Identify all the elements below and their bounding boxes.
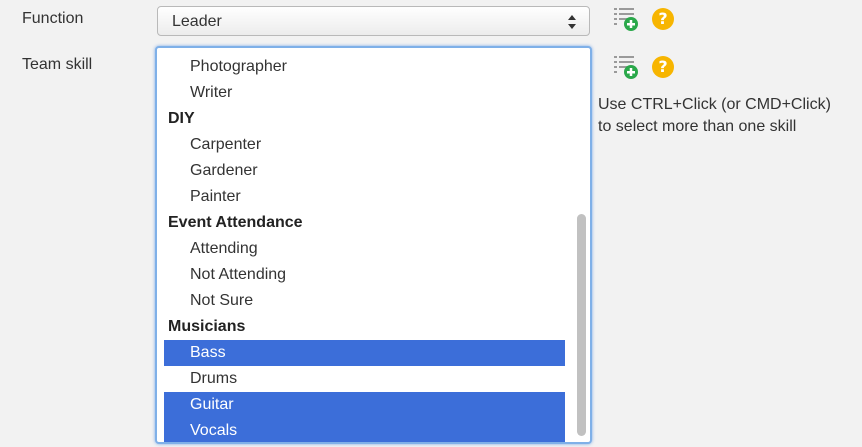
multiselect-hint: Use CTRL+Click (or CMD+Click) to select … — [598, 96, 831, 135]
skill-option[interactable]: Carpenter — [164, 132, 565, 158]
function-label: Function — [22, 10, 84, 27]
select-arrows-icon — [568, 15, 576, 29]
add-list-icon[interactable] — [612, 53, 640, 81]
help-icon[interactable]: ? — [652, 8, 674, 30]
skill-option[interactable]: Vocals — [164, 418, 565, 442]
skill-option[interactable]: Drums — [164, 366, 565, 392]
optgroup-label: DIY — [168, 110, 195, 127]
skill-option[interactable]: Not Attending — [164, 262, 565, 288]
scrollbar-thumb[interactable] — [577, 214, 586, 436]
skill-option[interactable]: Painter — [164, 184, 565, 210]
skill-option[interactable]: Attending — [164, 236, 565, 262]
function-select[interactable]: Leader — [157, 6, 590, 36]
function-select-value: Leader — [172, 13, 222, 30]
optgroup-label: Event Attendance — [168, 214, 303, 231]
skill-option[interactable]: Writer — [164, 80, 565, 106]
optgroup-label: Musicians — [168, 318, 246, 335]
team-skill-multiselect[interactable]: Photographer Writer DIY Carpenter Gardener Pa… — [155, 46, 592, 444]
skill-option[interactable]: Gardener — [164, 158, 565, 184]
team-skill-label: Team skill — [22, 56, 93, 73]
skill-option[interactable]: Bass — [164, 340, 565, 366]
skill-options-list: Photographer Writer DIY Carpenter Gardener Pa… — [164, 54, 565, 442]
add-list-icon[interactable] — [612, 5, 640, 33]
help-icon[interactable]: ? — [652, 56, 674, 78]
skill-option[interactable]: Guitar — [164, 392, 565, 418]
skill-option[interactable]: Not Sure — [164, 288, 565, 314]
skill-option[interactable]: Photographer — [164, 54, 565, 80]
